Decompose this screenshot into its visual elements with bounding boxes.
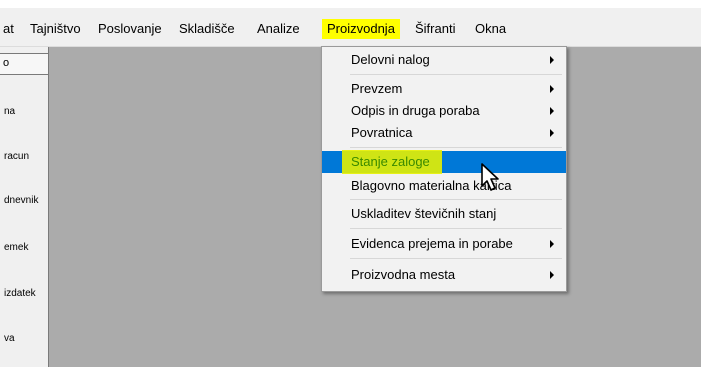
menu-option-label: Stanje zaloge bbox=[351, 154, 430, 169]
menu-option-evidenca[interactable]: Evidenca prejema in porabe bbox=[322, 233, 566, 255]
sidebar-item[interactable]: na bbox=[4, 106, 15, 117]
menu-option-blagovno-materialna-kartica[interactable]: Blagovno materialna kartica bbox=[322, 175, 566, 197]
menu-separator bbox=[350, 199, 562, 200]
menu-bar: at Tajništvo Poslovanje Skladišče Analiz… bbox=[0, 8, 701, 46]
menu-item-proizvodnja[interactable]: Proizvodnja bbox=[322, 19, 400, 39]
menu-separator bbox=[350, 228, 562, 229]
window-top-strip bbox=[0, 0, 701, 8]
menu-option-delovni-nalog[interactable]: Delovni nalog bbox=[322, 49, 566, 71]
submenu-arrow-icon bbox=[550, 129, 554, 137]
menu-item-partial[interactable]: at bbox=[0, 19, 17, 39]
menu-item-tajnistvo[interactable]: Tajništvo bbox=[27, 19, 84, 39]
sidebar-header: o bbox=[0, 53, 48, 75]
menu-separator bbox=[350, 147, 562, 148]
menu-item-skladisce[interactable]: Skladišče bbox=[176, 19, 238, 39]
submenu-arrow-icon bbox=[550, 85, 554, 93]
submenu-arrow-icon bbox=[550, 240, 554, 248]
menu-option-label: Odpis in druga poraba bbox=[351, 103, 480, 118]
menu-item-analize[interactable]: Analize bbox=[254, 19, 303, 39]
mouse-pointer-icon bbox=[481, 163, 499, 191]
menu-separator bbox=[350, 74, 562, 75]
menu-option-label: Povratnica bbox=[351, 125, 413, 140]
menu-option-label: Prevzem bbox=[351, 81, 403, 96]
menu-option-label: Evidenca prejema in porabe bbox=[351, 236, 513, 251]
proizvodnja-dropdown-menu: Delovni nalog Prevzem Odpis in druga por… bbox=[321, 46, 567, 292]
sidebar-item[interactable]: emek bbox=[4, 242, 28, 253]
submenu-arrow-icon bbox=[550, 107, 554, 115]
menu-option-label: Proizvodna mesta bbox=[351, 267, 456, 282]
menu-item-sifranti[interactable]: Šifranti bbox=[412, 19, 458, 39]
submenu-arrow-icon bbox=[550, 271, 554, 279]
menu-item-poslovanje[interactable]: Poslovanje bbox=[95, 19, 165, 39]
sidebar-item[interactable]: va bbox=[4, 333, 15, 344]
sidebar-item[interactable]: racun bbox=[4, 151, 29, 162]
menu-separator bbox=[350, 258, 562, 259]
sidebar-header-label: o bbox=[3, 57, 10, 69]
menu-option-odpis[interactable]: Odpis in druga poraba bbox=[322, 100, 566, 122]
menu-item-okna[interactable]: Okna bbox=[472, 19, 509, 39]
menu-option-proizvodna-mesta[interactable]: Proizvodna mesta bbox=[322, 264, 566, 286]
menu-option-label: Uskladitev števičnih stanj bbox=[351, 206, 497, 221]
menu-option-prevzem[interactable]: Prevzem bbox=[322, 78, 566, 100]
sidebar-panel: o na racun dnevnik emek izdatek va bbox=[0, 47, 49, 367]
sidebar-item[interactable]: izdatek bbox=[4, 288, 36, 299]
sidebar-item[interactable]: dnevnik bbox=[4, 195, 38, 206]
menu-option-label: Delovni nalog bbox=[351, 52, 430, 67]
menu-option-uskladitev[interactable]: Uskladitev števičnih stanj bbox=[322, 203, 566, 225]
submenu-arrow-icon bbox=[550, 56, 554, 64]
menu-option-povratnica[interactable]: Povratnica bbox=[322, 122, 566, 144]
menu-option-stanje-zaloge[interactable]: Stanje zaloge bbox=[322, 150, 566, 174]
